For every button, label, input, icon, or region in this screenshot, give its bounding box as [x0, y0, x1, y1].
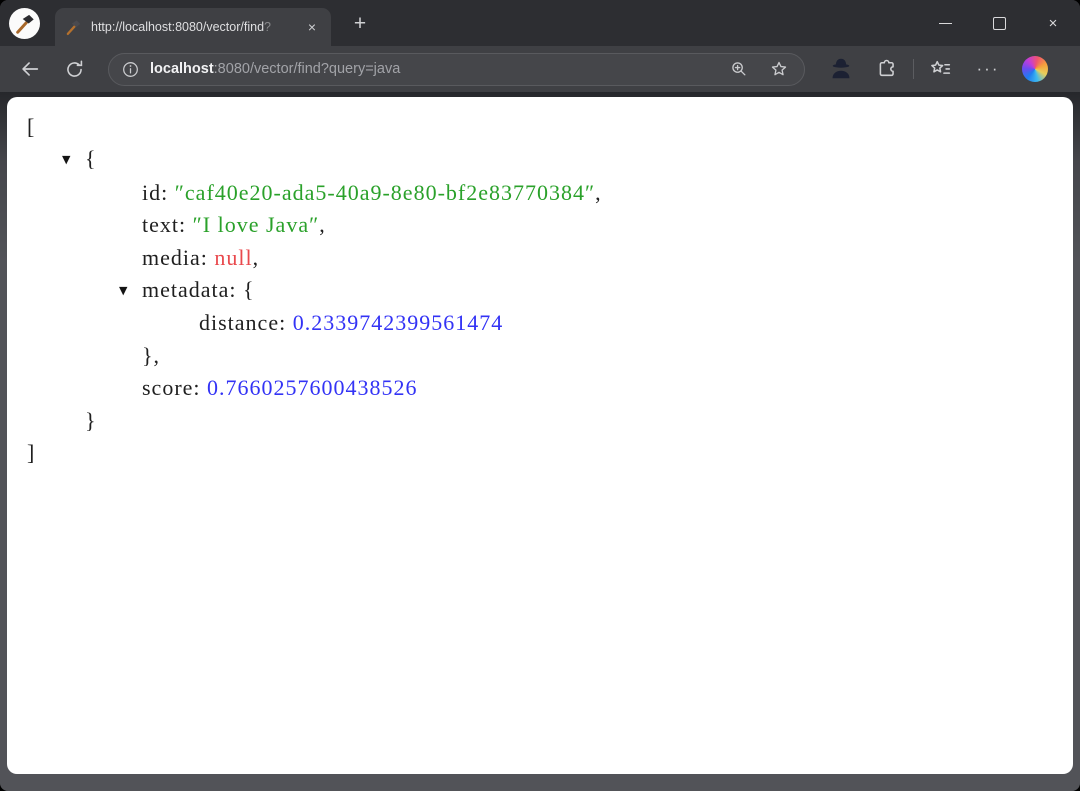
copilot-icon[interactable]	[1022, 56, 1048, 82]
tab-title-truncated: ?	[264, 20, 271, 34]
url-text[interactable]: localhost:8080/vector/find?query=java	[150, 61, 726, 77]
json-line: },	[7, 340, 1073, 372]
json-line: ▼metadata: {	[7, 274, 1073, 307]
hammer-icon	[14, 13, 36, 35]
json-token-punct: [	[27, 114, 35, 139]
json-token-key: media	[142, 245, 201, 270]
address-bar[interactable]: localhost:8080/vector/find?query=java	[108, 53, 805, 86]
window-controls: ×	[918, 0, 1080, 46]
back-arrow-icon	[19, 58, 41, 80]
json-line: }	[7, 405, 1073, 437]
new-tab-button[interactable]: +	[344, 10, 376, 40]
json-token-punct: {	[243, 277, 255, 302]
json-token-punct: ,	[253, 245, 260, 270]
json-viewer: [▼{id: ″caf40e20-ada5-40a9-8e80-bf2e8377…	[7, 111, 1073, 469]
json-token-punct: ,	[595, 180, 602, 205]
browser-tab[interactable]: http://localhost:8080/vector/find? ×	[55, 8, 331, 46]
url-host: localhost	[150, 61, 214, 77]
json-line: ]	[7, 437, 1073, 469]
json-token-key: score	[142, 375, 193, 400]
json-token-string: ″caf40e20-ada5-40a9-8e80-bf2e83770384″	[175, 180, 595, 205]
browser-window: http://localhost:8080/vector/find? × + ×…	[0, 0, 1080, 791]
json-token-punct: },	[142, 343, 160, 368]
refresh-button[interactable]	[60, 55, 88, 83]
json-token-key: distance	[199, 310, 279, 335]
zoom-in-icon	[729, 59, 749, 79]
extensions-button[interactable]	[873, 55, 901, 83]
json-line: text: ″I love Java″,	[7, 209, 1073, 241]
tab-title: http://localhost:8080/vector/find?	[91, 20, 303, 34]
maximize-button[interactable]	[972, 0, 1026, 46]
json-token-key: id	[142, 180, 161, 205]
refresh-icon	[64, 59, 85, 80]
back-button[interactable]	[16, 55, 44, 83]
json-token-string: ″I love Java″	[193, 212, 320, 237]
url-path: :8080/vector/find?query=java	[214, 61, 401, 77]
favorites-hub-button[interactable]	[926, 55, 954, 83]
json-line: id: ″caf40e20-ada5-40a9-8e80-bf2e8377038…	[7, 177, 1073, 209]
app-logo[interactable]	[9, 8, 40, 39]
site-info-icon[interactable]	[121, 60, 140, 79]
favorite-button[interactable]	[766, 56, 792, 82]
json-token-number: 0.7660257600438526	[207, 375, 418, 400]
json-token-number: 0.2339742399561474	[293, 310, 504, 335]
json-token-punct: :	[179, 212, 193, 237]
collapse-toggle-icon[interactable]: ▼	[119, 275, 142, 307]
json-line: [	[7, 111, 1073, 143]
more-menu-button[interactable]: ···	[974, 55, 1002, 83]
favorites-list-star-icon	[929, 58, 952, 81]
profile-button[interactable]	[827, 55, 855, 83]
json-token-punct: }	[85, 408, 97, 433]
json-line: distance: 0.2339742399561474	[7, 307, 1073, 339]
minimize-button[interactable]	[918, 0, 972, 46]
json-token-key: metadata	[142, 277, 229, 302]
spy-avatar-icon	[828, 56, 854, 82]
json-line: ▼{	[7, 143, 1073, 176]
collapse-toggle-icon[interactable]: ▼	[62, 144, 85, 176]
json-line: score: 0.7660257600438526	[7, 372, 1073, 404]
extensions-puzzle-icon	[876, 58, 898, 80]
toolbar-divider	[913, 59, 914, 79]
close-button[interactable]: ×	[1026, 0, 1080, 46]
json-token-key: text	[142, 212, 179, 237]
json-token-punct: ,	[319, 212, 326, 237]
json-token-punct: :	[279, 310, 293, 335]
json-line: media: null,	[7, 242, 1073, 274]
json-token-punct: :	[193, 375, 207, 400]
maximize-icon	[993, 17, 1006, 30]
zoom-button[interactable]	[726, 56, 752, 82]
title-bar: http://localhost:8080/vector/find? × + ×	[0, 0, 1080, 46]
json-token-punct: {	[85, 146, 97, 171]
hammer-favicon-icon	[65, 19, 82, 36]
json-token-punct: :	[229, 277, 243, 302]
json-token-punct: :	[161, 180, 175, 205]
minimize-icon	[939, 23, 952, 24]
tab-close-button[interactable]: ×	[303, 18, 321, 36]
browser-toolbar: localhost:8080/vector/find?query=java	[0, 46, 1080, 92]
json-token-punct: :	[201, 245, 215, 270]
content-frame: [▼{id: ″caf40e20-ada5-40a9-8e80-bf2e8377…	[0, 92, 1080, 791]
web-page: [▼{id: ″caf40e20-ada5-40a9-8e80-bf2e8377…	[7, 97, 1073, 774]
favorite-star-icon	[769, 59, 789, 79]
json-token-punct: ]	[27, 440, 35, 465]
json-token-null: null	[214, 245, 252, 270]
